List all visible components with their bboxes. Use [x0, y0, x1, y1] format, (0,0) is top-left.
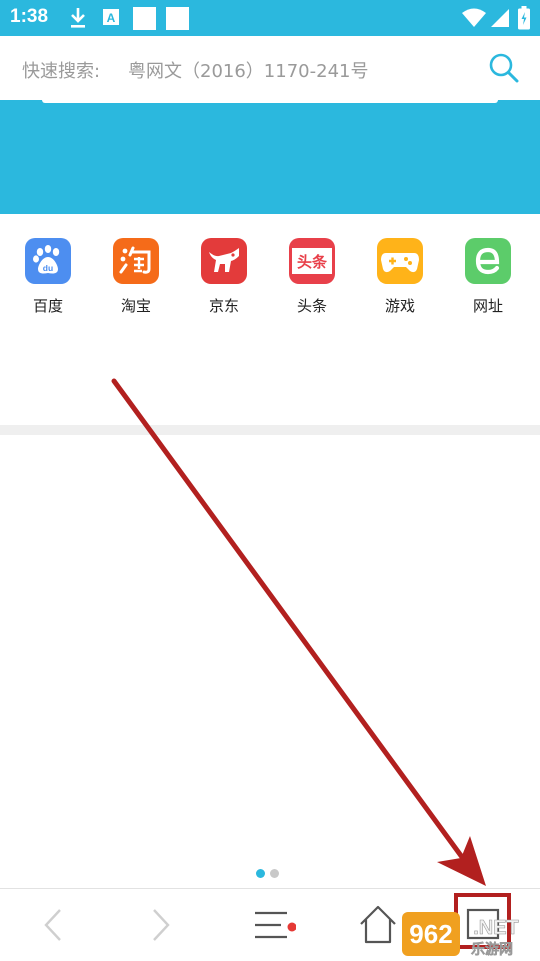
jd-icon — [201, 238, 247, 284]
status-bar: 1:38 A — [0, 0, 540, 36]
quick-links: du 百度 淘宝 京东 头条 头条 游戏 网址 — [0, 214, 540, 424]
svg-text:头条: 头条 — [297, 253, 328, 271]
annotation-arrowhead — [437, 836, 486, 886]
back-icon[interactable] — [32, 903, 76, 947]
quick-link-jd[interactable]: 京东 — [180, 238, 268, 322]
search-input[interactable]: 粤网文（2016）1170-241号 — [128, 57, 368, 83]
quick-link-taobao[interactable]: 淘宝 — [92, 238, 180, 322]
banner-edge — [42, 100, 498, 103]
search-bar[interactable]: 快速搜索: 粤网文（2016）1170-241号 — [0, 36, 540, 100]
url-icon — [465, 238, 511, 284]
quick-link-label: 京东 — [208, 297, 239, 315]
quick-link-label: 百度 — [32, 297, 63, 315]
svg-text:du: du — [43, 263, 53, 273]
baidu-icon: du — [25, 238, 71, 284]
battery-icon — [518, 6, 530, 30]
toutiao-icon: 头条 — [289, 238, 335, 284]
wifi-icon — [462, 8, 486, 27]
download-icon — [71, 8, 85, 28]
watermark-logo: 962 .NET 乐游网 — [402, 912, 519, 958]
quick-link-label: 游戏 — [384, 297, 415, 315]
banner — [0, 100, 540, 214]
quick-link-baidu[interactable]: du 百度 — [4, 238, 92, 322]
forward-icon[interactable] — [138, 903, 182, 947]
square-icon — [166, 7, 189, 30]
taobao-icon — [113, 238, 159, 284]
svg-text:A: A — [107, 11, 116, 25]
quick-link-label: 头条 — [296, 297, 327, 315]
quick-link-toutiao[interactable]: 头条 头条 — [268, 238, 356, 322]
signal-icon — [491, 9, 509, 27]
status-time: 1:38 — [10, 6, 49, 27]
section-divider — [0, 425, 540, 435]
search-icon[interactable] — [486, 50, 522, 86]
svg-text:.NET: .NET — [473, 917, 519, 939]
square-icon — [133, 7, 156, 30]
menu-icon[interactable] — [252, 903, 296, 947]
quick-link-game[interactable]: 游戏 — [356, 238, 444, 322]
quick-link-label: 网址 — [472, 297, 503, 315]
home-icon[interactable] — [356, 903, 400, 947]
page-dot-active — [256, 869, 265, 878]
svg-text:962: 962 — [409, 919, 452, 949]
game-icon — [377, 238, 423, 284]
page-dot — [270, 869, 279, 878]
search-label: 快速搜索: — [22, 61, 101, 82]
notification-a-icon: A — [103, 9, 119, 25]
quick-link-label: 淘宝 — [120, 297, 151, 315]
svg-text:乐游网: 乐游网 — [471, 941, 513, 958]
menu-badge — [287, 922, 296, 932]
annotation-arrow — [111, 378, 473, 871]
quick-link-url[interactable]: 网址 — [444, 238, 532, 322]
